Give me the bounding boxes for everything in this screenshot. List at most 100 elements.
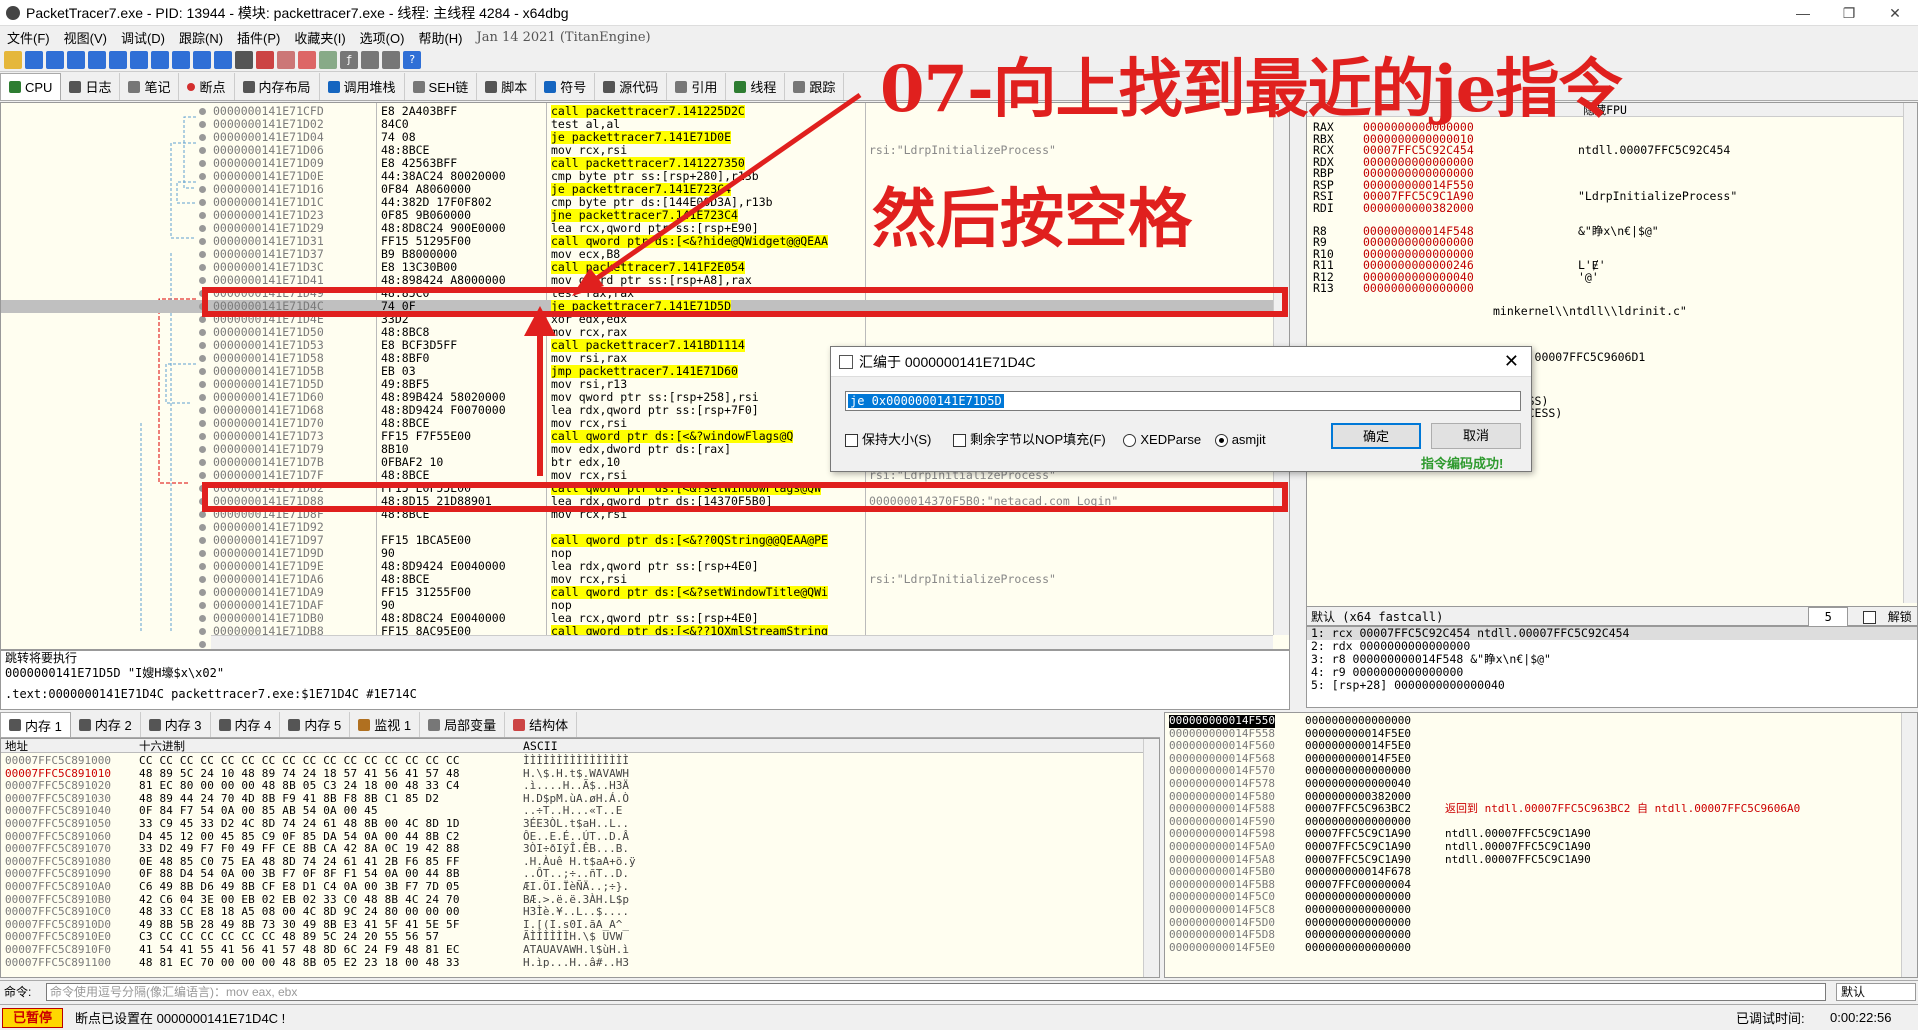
trace-into-icon[interactable] bbox=[151, 50, 169, 69]
breakpoint-dot[interactable] bbox=[199, 563, 206, 570]
keep-size-checkbox[interactable] bbox=[845, 434, 858, 448]
tab-dump-2[interactable]: 内存 2 bbox=[71, 712, 141, 737]
register-row[interactable]: R13 0000000000000000 bbox=[1313, 282, 1578, 295]
tab-dump-5[interactable]: 内存 5 bbox=[280, 712, 351, 737]
stack-row[interactable]: 000000000014F5C0 0000000000000000 bbox=[1165, 891, 1905, 904]
tab-references[interactable]: 引用 bbox=[667, 73, 727, 100]
pause-icon[interactable] bbox=[88, 50, 106, 69]
breakpoint-dot[interactable] bbox=[199, 316, 206, 323]
tab-dump-4[interactable]: 内存 4 bbox=[211, 712, 281, 737]
breakpoint-dot[interactable] bbox=[199, 615, 206, 622]
disasm-row[interactable]: 0000000141E71D9E 48:8D9424 E0040000 lea rd… bbox=[1, 560, 1273, 573]
disasm-row[interactable]: 0000000141E71D41 48:898424 A8000000 mov qw… bbox=[1, 274, 1273, 287]
menu-help[interactable]: 帮助(H) bbox=[411, 28, 469, 47]
breakpoint-dot[interactable] bbox=[199, 186, 206, 193]
command-input[interactable]: 命令使用逗号分隔(像汇编语言)：mov eax, ebx bbox=[46, 983, 1826, 1001]
dump-scrollbar[interactable] bbox=[1143, 739, 1159, 977]
xedparse-radio[interactable] bbox=[1123, 434, 1137, 448]
breakpoint-dot[interactable] bbox=[199, 459, 206, 466]
registers-scrollbar[interactable] bbox=[1903, 103, 1917, 603]
breakpoint-dot[interactable] bbox=[199, 160, 206, 167]
dialog-close-button[interactable]: ✕ bbox=[1504, 351, 1519, 372]
breakpoint-dot[interactable] bbox=[199, 524, 206, 531]
breakpoint-dot[interactable] bbox=[199, 381, 206, 388]
tab-locals[interactable]: 局部变量 bbox=[420, 712, 506, 737]
disasm-row[interactable]: 0000000141E71D04 74 08 je packettracer7.14… bbox=[1, 131, 1273, 144]
tab-symbols[interactable]: 符号 bbox=[536, 73, 596, 100]
stack-row[interactable]: 000000000014F570 0000000000000000 bbox=[1165, 765, 1905, 778]
breakpoint-dot[interactable] bbox=[199, 407, 206, 414]
breakpoint-dot[interactable] bbox=[199, 368, 206, 375]
stack-row[interactable]: 000000000014F5D0 0000000000000000 bbox=[1165, 916, 1905, 930]
breakpoint-dot[interactable] bbox=[199, 108, 206, 115]
assemble-input[interactable]: je 0x0000000141E71D5D bbox=[845, 391, 1521, 411]
tab-call-stack[interactable]: 调用堆栈 bbox=[320, 73, 405, 100]
tab-watch-1[interactable]: 监视 1 bbox=[350, 712, 421, 737]
breakpoint-dot[interactable] bbox=[199, 628, 206, 635]
command-mode-select[interactable]: 默认 bbox=[1836, 983, 1916, 1001]
step-into-icon[interactable] bbox=[109, 50, 127, 69]
menu-trace[interactable]: 跟踪(N) bbox=[172, 28, 230, 47]
breakpoint-dot[interactable] bbox=[199, 576, 206, 583]
breakpoint-dot[interactable] bbox=[199, 420, 206, 427]
breakpoint-dot[interactable] bbox=[199, 472, 206, 479]
ok-button[interactable]: 确定 bbox=[1331, 423, 1421, 449]
cancel-button[interactable]: 取消 bbox=[1431, 423, 1521, 449]
tab-memory-map[interactable]: 内存布局 bbox=[235, 73, 320, 100]
breakpoint-dot[interactable] bbox=[199, 394, 206, 401]
function-icon[interactable]: ƒ bbox=[340, 50, 358, 69]
tab-dump-3[interactable]: 内存 3 bbox=[141, 712, 211, 737]
stack-row[interactable]: 000000000014F5C8 0000000000000000 bbox=[1165, 903, 1905, 917]
stop-icon[interactable] bbox=[46, 50, 64, 69]
bookmark-icon[interactable] bbox=[319, 50, 337, 69]
stack-row[interactable]: 000000000014F578 0000000000000040 bbox=[1165, 777, 1905, 791]
breakpoint-dot[interactable] bbox=[199, 511, 206, 518]
menu-options[interactable]: 选项(O) bbox=[353, 28, 412, 47]
memory-dump[interactable]: 地址 十六进制 ASCII 00007FFC5C891000 CC CC CC C… bbox=[0, 738, 1160, 978]
run-to-user-code-icon[interactable] bbox=[214, 50, 232, 69]
breakpoint-dot[interactable] bbox=[199, 550, 206, 557]
menu-view[interactable]: 视图(V) bbox=[57, 28, 114, 47]
calling-convention-select[interactable]: 默认 (x64 fastcall) bbox=[1311, 608, 1801, 626]
arguments-panel[interactable]: 1: rcx 00007FFC5C92C454 ntdll.00007FFC5C… bbox=[1306, 626, 1918, 708]
stack-row[interactable]: 000000000014F5B8 00007FFC00000004 bbox=[1165, 878, 1905, 892]
breakpoint-dot[interactable] bbox=[199, 173, 206, 180]
breakpoint-dot[interactable] bbox=[199, 277, 206, 284]
stack-row[interactable]: 000000000014F588 00007FFC5C963BC2 返回到 ntdl… bbox=[1165, 803, 1905, 816]
tab-struct[interactable]: 结构体 bbox=[505, 712, 578, 737]
breakpoint-dot[interactable] bbox=[199, 641, 206, 648]
breakpoint-dot[interactable] bbox=[199, 134, 206, 141]
tab-breakpoints[interactable]: 断点 bbox=[179, 73, 235, 100]
trace-over-icon[interactable] bbox=[172, 50, 190, 69]
scylla-icon[interactable] bbox=[235, 50, 253, 69]
fill-nop-checkbox[interactable] bbox=[952, 434, 966, 448]
stack-row[interactable]: 000000000014F5A8 00007FFC5C9C1A90 ntdll.00… bbox=[1165, 853, 1905, 867]
label-icon[interactable] bbox=[298, 50, 316, 69]
arg-count-spinner[interactable]: 5 bbox=[1808, 607, 1849, 627]
execute-till-return-icon[interactable] bbox=[193, 50, 211, 69]
patch-icon[interactable] bbox=[256, 50, 274, 69]
menu-debug[interactable]: 调试(D) bbox=[114, 28, 172, 47]
tab-log[interactable]: 日志 bbox=[61, 73, 121, 100]
tab-notes[interactable]: 笔记 bbox=[120, 73, 180, 100]
breakpoint-dot[interactable] bbox=[199, 446, 206, 453]
menu-file[interactable]: 文件(F) bbox=[0, 28, 57, 47]
menu-favourites[interactable]: 收藏夹(I) bbox=[287, 28, 352, 47]
breakpoint-dot[interactable] bbox=[199, 225, 206, 232]
tab-cpu[interactable]: CPU bbox=[0, 73, 62, 100]
breakpoint-dot[interactable] bbox=[199, 589, 206, 596]
stack-row[interactable]: 000000000014F550 0000000000000000 bbox=[1165, 714, 1905, 728]
close-button[interactable]: ✕ bbox=[1872, 0, 1918, 26]
maximize-button[interactable]: ❐ bbox=[1826, 0, 1872, 26]
stack-row[interactable]: 000000000014F5A0 00007FFC5C9C1A90 ntdll.00… bbox=[1165, 840, 1905, 854]
menu-plugins[interactable]: 插件(P) bbox=[230, 28, 287, 47]
restart-icon[interactable] bbox=[25, 50, 43, 69]
tab-seh[interactable]: SEH链 bbox=[405, 73, 478, 100]
stack-row[interactable]: 000000000014F558 000000000014F5E0 bbox=[1165, 727, 1905, 741]
comment-icon[interactable] bbox=[277, 50, 295, 69]
breakpoint-dot[interactable] bbox=[199, 238, 206, 245]
tab-source[interactable]: 源代码 bbox=[595, 73, 668, 100]
tab-threads[interactable]: 线程 bbox=[726, 73, 786, 100]
help-icon[interactable]: ? bbox=[403, 50, 421, 69]
breakpoint-dot[interactable] bbox=[199, 264, 206, 271]
